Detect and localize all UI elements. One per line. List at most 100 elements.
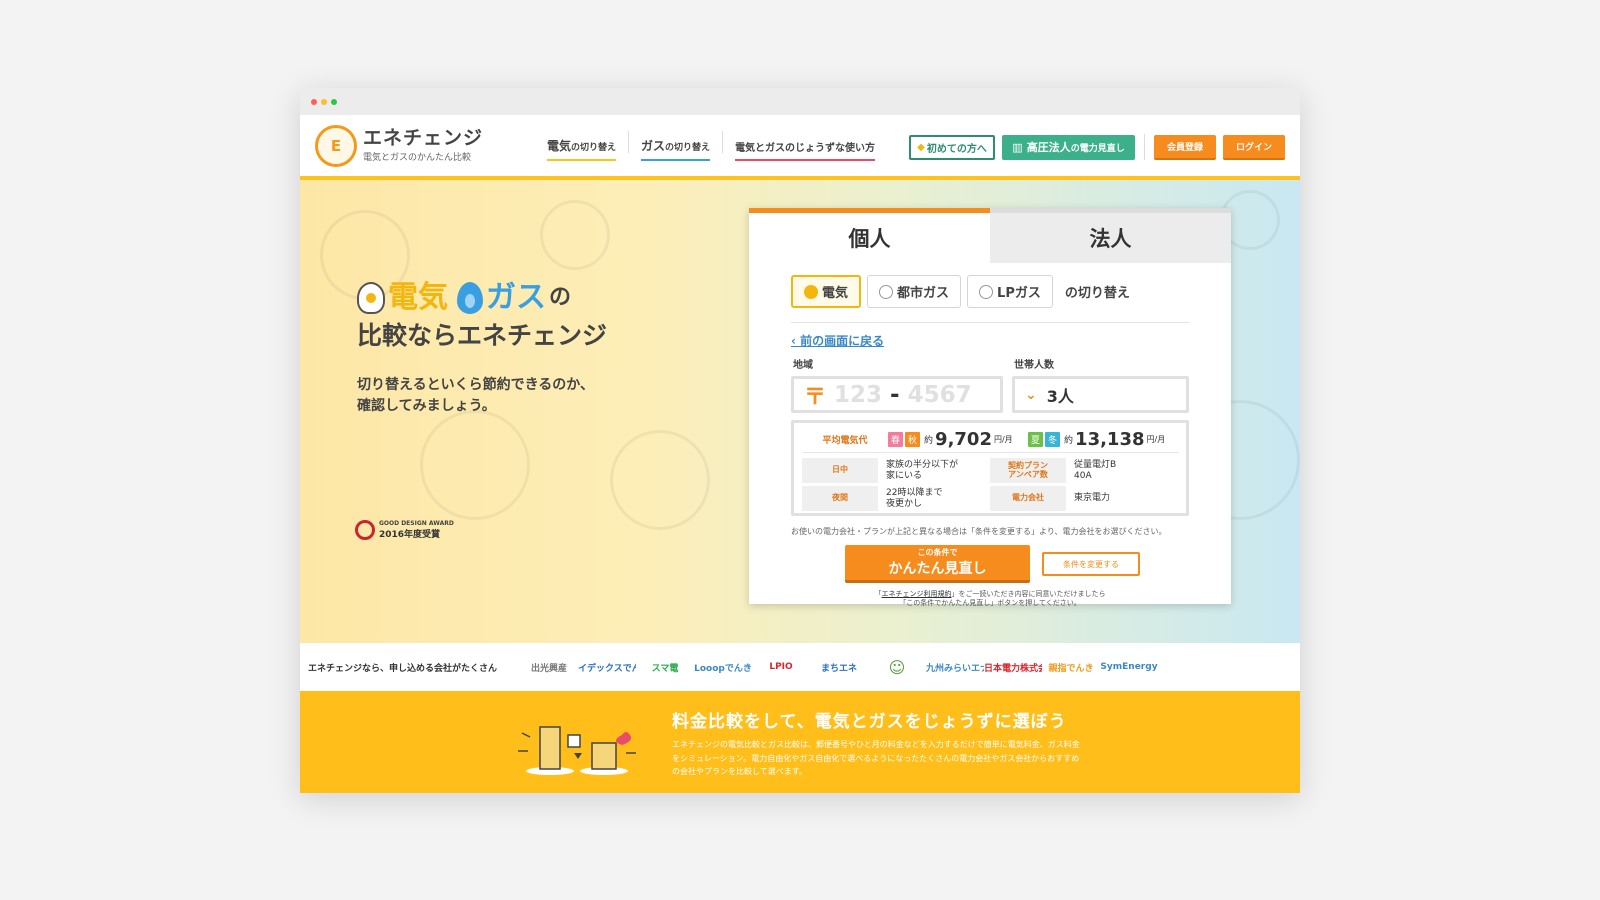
close-window-dot[interactable] bbox=[311, 98, 317, 105]
simulate-button[interactable]: この条件で かんたん見直し bbox=[845, 545, 1030, 583]
usage-summary: 平均電気代 春 秋 約 9,702 円/月 夏 冬 約 13,138 円/月 日… bbox=[791, 420, 1189, 516]
plan-row: 契約プラン アンペア数 従量電灯B 40A bbox=[990, 458, 1178, 483]
autumn-badge: 秋 bbox=[905, 432, 921, 447]
plan-key: 契約プラン アンペア数 bbox=[990, 458, 1066, 483]
change-conditions-button[interactable]: 条件を変更する bbox=[1042, 552, 1140, 576]
headline-line2: 比較ならエネチェンジ bbox=[357, 320, 608, 350]
beginner-mark-icon: ◆ bbox=[917, 141, 925, 153]
radio-selected-icon bbox=[804, 284, 818, 299]
partner-mascot-icon[interactable]: ☺ bbox=[868, 658, 926, 677]
partner-logo[interactable]: イデックスでんき bbox=[578, 661, 636, 674]
partner-logo[interactable]: Looopでんき bbox=[694, 661, 752, 674]
headline-electricity: 電気 bbox=[388, 280, 448, 315]
promo-description: エネチェンジの電気比較とガス比較は、郵便番号やひと月の料金などを入力するだけで簡… bbox=[672, 740, 1080, 777]
summer-winter-amount: 13,138 bbox=[1075, 429, 1145, 450]
nav-item-main: ガス bbox=[641, 138, 666, 153]
tab-personal[interactable]: 個人 bbox=[749, 208, 990, 263]
type-city-gas-label: 都市ガス bbox=[897, 286, 950, 301]
maximize-window-dot[interactable] bbox=[331, 98, 337, 105]
field-labels: 地域 世帯人数 bbox=[793, 356, 1231, 371]
hero-lead-line1: 切り替えるといくら節約できるのか、 bbox=[357, 377, 595, 393]
price-compare-illustration bbox=[518, 726, 636, 775]
postal-code-input[interactable]: 〒 123 - 4567 bbox=[791, 376, 1003, 413]
area-label: 地域 bbox=[793, 360, 813, 371]
tab-corporate[interactable]: 法人 bbox=[990, 208, 1231, 263]
summer-badge: 夏 bbox=[1028, 432, 1044, 447]
first-visit-button[interactable]: ◆ 初めての方へ bbox=[909, 134, 995, 160]
postal-mark-icon: 〒 bbox=[804, 384, 827, 410]
approx-label: 約 bbox=[1064, 436, 1074, 446]
back-link[interactable]: ‹ 前の画面に戻る bbox=[791, 332, 1231, 349]
night-value-line1: 22時以降まで bbox=[886, 488, 943, 499]
partner-logos-bar: エネチェンジなら、申し込める会社がたくさん 出光興産イデックスでんきスマ電Loo… bbox=[300, 643, 1300, 691]
partner-logo[interactable]: 親指でんき bbox=[1042, 661, 1100, 674]
household-select[interactable]: ⌄ 3人 bbox=[1012, 376, 1189, 413]
hero-section: 電気 ガス の 比較ならエネチェンジ 切り替えるといくら節約できるのか、 確認し… bbox=[300, 180, 1300, 643]
window-titlebar bbox=[300, 88, 1300, 115]
minimize-window-dot[interactable] bbox=[321, 98, 327, 105]
partner-logo[interactable]: LPIO bbox=[752, 662, 810, 672]
plan-value: 従量電灯B 40A bbox=[1074, 460, 1116, 481]
type-suffix-text: の切り替え bbox=[1064, 286, 1130, 301]
spring-autumn-cost: 春 秋 約 9,702 円/月 bbox=[888, 429, 1028, 450]
radio-icon bbox=[979, 284, 994, 299]
lightbulb-icon bbox=[357, 282, 385, 315]
main-nav: 電気の切り替え ガスの切り替え 電気とガスのじょうずな使い方 bbox=[535, 130, 887, 161]
partner-logo[interactable]: 出光興産 bbox=[520, 661, 578, 674]
high-voltage-corporate-button[interactable]: ▥ 高圧法人 の電力見直し bbox=[1002, 134, 1135, 160]
headline-gas: ガス bbox=[486, 280, 546, 315]
company-row: 電力会社 東京電力 bbox=[990, 486, 1178, 511]
household-selected-value: 3人 bbox=[1046, 386, 1074, 406]
hero-headline: 電気 ガス の 比較ならエネチェンジ bbox=[357, 278, 607, 352]
nav-item-main: 電気 bbox=[547, 138, 572, 153]
change-conditions-note: お使いの電力会社・プランが上記と異なる場合は「条件を変更する」より、電力会社をお… bbox=[791, 527, 1167, 536]
type-lp-gas-option[interactable]: LPガス bbox=[967, 275, 1053, 308]
input-fields: 〒 123 - 4567 ⌄ 3人 bbox=[791, 376, 1231, 413]
plan-value-line2: 40A bbox=[1074, 470, 1092, 481]
nav-electricity-switch[interactable]: 電気の切り替え bbox=[535, 137, 628, 161]
nav-gas-switch[interactable]: ガスの切り替え bbox=[629, 137, 722, 161]
type-electricity-option[interactable]: 電気 bbox=[791, 275, 862, 308]
company-value: 東京電力 bbox=[1074, 493, 1111, 504]
hero-lead-line2: 確認してみましょう。 bbox=[357, 398, 496, 414]
bulb-pattern-icon bbox=[610, 430, 710, 530]
daytime-row: 日中 家族の半分以下が 家にいる bbox=[802, 458, 990, 483]
night-value: 22時以降まで 夜更かし bbox=[886, 488, 942, 509]
postal-code-second-placeholder[interactable]: 4567 bbox=[908, 382, 972, 408]
gas-flame-icon bbox=[457, 282, 483, 315]
postal-code-first-placeholder[interactable]: 123 bbox=[834, 382, 882, 408]
usage-details-left: 日中 家族の半分以下が 家にいる 夜間 22時以降まで 夜更かし bbox=[802, 458, 990, 511]
terms-link[interactable]: エネチェンジ利用規約 bbox=[882, 590, 952, 598]
daytime-value-line2: 家にいる bbox=[886, 470, 923, 481]
partner-logo[interactable]: SymEnergy bbox=[1100, 662, 1158, 672]
partners-lead: エネチェンジなら、申し込める会社がたくさん bbox=[308, 663, 498, 674]
good-design-award: GOOD DESIGN AWARD 2016年度受賞 bbox=[355, 520, 454, 540]
card-actions: この条件で かんたん見直し 条件を変更する bbox=[845, 545, 1231, 583]
nav-item-small: の切り替え bbox=[571, 142, 617, 153]
terms-text-line1: をご一読いただき内容に同意いただけましたら bbox=[958, 590, 1106, 598]
terms-bracket: 「 bbox=[874, 590, 882, 598]
night-value-line2: 夜更かし bbox=[886, 498, 923, 509]
type-electricity-label: 電気 bbox=[822, 286, 849, 301]
first-visit-label: 初めての方へ bbox=[926, 143, 987, 155]
partner-logo[interactable]: 日本電力株式会社 bbox=[984, 661, 1042, 674]
nav-smart-usage[interactable]: 電気とガスのじょうずな使い方 bbox=[723, 139, 887, 161]
terms-text-line2: 「この条件でかんたん見直し」ボタンを押してください。 bbox=[899, 599, 1081, 608]
daytime-value-line1: 家族の半分以下が bbox=[886, 460, 959, 471]
login-button[interactable]: ログイン bbox=[1223, 134, 1285, 160]
plan-value-line1: 従量電灯B bbox=[1074, 460, 1117, 471]
logo-subtitle: 電気とガスのかんたん比較 bbox=[363, 153, 472, 164]
type-lp-gas-label: LPガス bbox=[997, 286, 1041, 301]
headline-particle: の bbox=[549, 285, 572, 311]
partner-logo[interactable]: スマ電 bbox=[636, 661, 694, 674]
daytime-key: 日中 bbox=[802, 458, 878, 483]
terms-bracket: 」 bbox=[951, 590, 959, 598]
register-button[interactable]: 会員登録 bbox=[1154, 134, 1216, 160]
night-row: 夜間 22時以降まで 夜更かし bbox=[802, 486, 990, 511]
nav-item-small: の切り替え bbox=[665, 142, 711, 153]
partner-logo[interactable]: 九州みらいエナジー bbox=[926, 661, 984, 674]
radio-icon bbox=[879, 284, 894, 299]
partner-logo[interactable]: まちエネ bbox=[810, 661, 868, 674]
type-city-gas-option[interactable]: 都市ガス bbox=[867, 275, 962, 308]
site-logo[interactable]: E エネチェンジ 電気とガスのかんたん比較 bbox=[315, 124, 515, 167]
